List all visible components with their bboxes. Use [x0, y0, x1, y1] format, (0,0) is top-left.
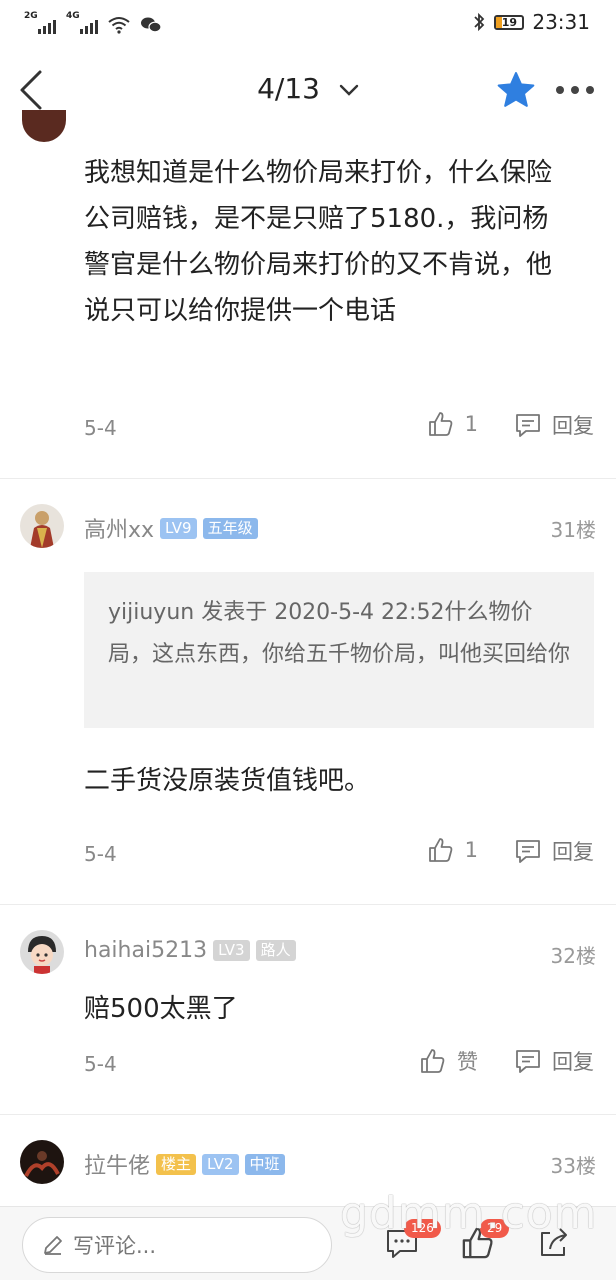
comment-icon	[516, 414, 540, 437]
grade-badge: 五年级	[202, 517, 258, 539]
comment-input[interactable]: 写评论...	[22, 1217, 332, 1273]
level-badge: LV3	[213, 940, 250, 961]
level-badge: LV9	[160, 517, 197, 539]
post-text: 赔500太黑了	[84, 994, 238, 1024]
bluetooth-icon	[474, 12, 485, 32]
favorite-star-icon[interactable]	[496, 70, 536, 110]
level-badge: LV2	[202, 1153, 239, 1175]
post-date: 5-4	[84, 1052, 117, 1076]
post-author: haihai5213 LV3 路人 32楼	[20, 930, 596, 978]
post-text: 二手货没原装货值钱吧。	[84, 766, 371, 796]
wechat-icon	[141, 17, 162, 33]
post-meta: 5-4 1 回复	[84, 408, 594, 448]
post-text: 我想知道是什么物价局来打价，什么保险公司赔钱，是不是只赔了5180.，我问杨警官…	[84, 158, 553, 326]
quote-text: yijiuyun 发表于 2020-5-4 22:52什么物价局，这点东西，你给…	[108, 600, 571, 667]
like-button[interactable]: 1	[427, 410, 478, 438]
divider	[0, 904, 616, 905]
post-author: 拉牛佬 楼主 LV2 中班 33楼	[20, 1140, 596, 1188]
floor-number: 33楼	[550, 1154, 596, 1178]
post-author: 高州xx LV9 五年级 31楼	[20, 504, 596, 552]
grade-badge: 路人	[255, 940, 296, 961]
owner-badge: 楼主	[156, 1153, 197, 1175]
post-date: 5-4	[84, 416, 117, 440]
clock: 23:31	[532, 10, 590, 34]
thumbs-up-icon	[428, 412, 452, 436]
comment-icon	[516, 1050, 540, 1073]
floor-number: 32楼	[550, 944, 596, 968]
avatar[interactable]	[20, 930, 64, 974]
thumbs-up-icon	[428, 838, 452, 862]
nav-bar: 4/13	[0, 48, 616, 132]
chevron-down-icon	[339, 84, 359, 96]
post-meta: 5-4 1 回复	[84, 834, 594, 874]
battery-icon: 19	[494, 14, 525, 30]
watermark: gdmm.com	[340, 1188, 598, 1239]
avatar[interactable]	[20, 1140, 64, 1184]
username[interactable]: 拉牛佬	[84, 1148, 150, 1180]
pencil-icon	[44, 1236, 62, 1255]
grade-badge: 中班	[244, 1153, 285, 1175]
post-date: 5-4	[84, 842, 117, 866]
reply-button[interactable]: 回复	[514, 836, 594, 866]
wifi-icon	[108, 17, 130, 34]
like-button[interactable]: 1	[427, 836, 478, 864]
username[interactable]: 高州xx	[84, 512, 154, 544]
status-bar: 2G 4G 19 23:31	[0, 0, 616, 48]
reply-button[interactable]: 回复	[514, 1046, 594, 1076]
like-button[interactable]: 赞	[419, 1046, 478, 1076]
quoted-post: yijiuyun 发表于 2020-5-4 22:52什么物价局，这点东西，你给…	[84, 572, 594, 728]
comment-placeholder: 写评论...	[73, 1234, 157, 1258]
username[interactable]: haihai5213	[84, 938, 207, 963]
page-indicator: 4/13	[257, 72, 320, 105]
divider	[0, 478, 616, 479]
floor-number: 31楼	[550, 518, 596, 542]
avatar[interactable]	[20, 504, 64, 548]
signal-icon: 2G	[24, 11, 56, 34]
more-options-icon[interactable]	[556, 86, 594, 94]
thumbs-up-icon	[421, 1049, 445, 1073]
divider	[0, 1114, 616, 1115]
post-meta: 5-4 赞 回复	[84, 1044, 594, 1084]
signal-icon: 4G	[66, 11, 98, 34]
avatar	[22, 110, 66, 142]
reply-button[interactable]: 回复	[514, 410, 594, 440]
comment-icon	[516, 840, 540, 863]
